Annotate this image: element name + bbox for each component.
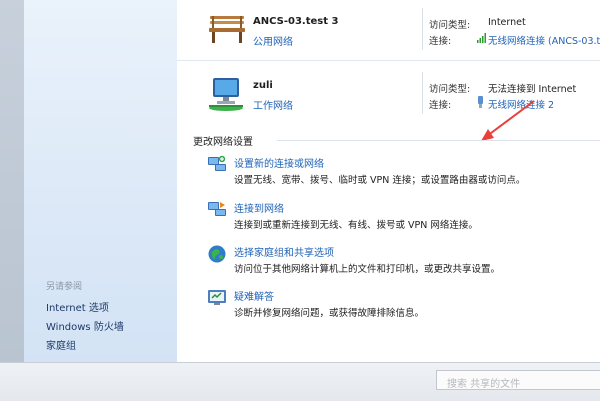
see-also-homegroup[interactable]: 家庭组 [46,337,76,352]
task-description: 访问位于其他网络计算机上的文件和打印机，或更改共享设置。 [234,264,501,275]
window-left-edge [0,0,24,400]
connect-network-icon [208,202,226,216]
homegroup-icon [208,245,226,263]
network-type-link[interactable]: 公用网络 [253,33,293,48]
see-also-internet-options[interactable]: Internet 选项 [46,299,109,314]
access-type-value: 无法连接到 Internet [488,84,577,95]
divider [422,72,423,114]
computer-network-icon [209,78,243,111]
bench-icon [209,16,245,43]
troubleshoot-icon [208,290,226,305]
divider [422,8,423,50]
connection-label: 连接: [429,36,452,47]
access-type-label: 访问类型: [429,84,471,95]
network-separator [177,60,600,61]
wifi-signal-icon [477,33,486,43]
connection-link[interactable]: 无线网络连接 (ANCS-03.test [488,33,600,47]
change-network-settings-title: 更改网络设置 [193,137,253,148]
task-description: 连接到或重新连接到无线、有线、拨号或 VPN 网络连接。 [234,220,478,231]
setup-new-connection-link[interactable]: 设置新的连接或网络 [234,155,324,170]
network-name: ANCS-03.test 3 [253,16,339,27]
connect-to-network-link[interactable]: 连接到网络 [234,200,284,215]
new-connection-icon [208,155,226,171]
red-arrow-annotation [481,100,535,141]
network-type-link[interactable]: 工作网络 [253,97,293,112]
task-description: 诊断并修复网络问题，或获得故障排除信息。 [234,308,425,319]
section-rule [277,140,600,141]
see-also-title: 另请参阅 [46,282,83,292]
connection-label: 连接: [429,100,452,111]
background-search-placeholder: 搜索 共享的文件 [447,379,521,390]
network-name: zuli [253,80,273,91]
access-type-label: 访问类型: [429,20,471,31]
troubleshoot-link[interactable]: 疑难解答 [234,288,274,303]
network-sharing-center-main: ANCS-03.test 3 公用网络 访问类型: Internet 连接: 无… [177,0,600,362]
left-navigation-pane: 另请参阅 Internet 选项 Windows 防火墙 家庭组 [24,0,178,362]
access-type-value: Internet [488,17,526,28]
see-also-windows-firewall[interactable]: Windows 防火墙 [46,318,124,333]
task-description: 设置无线、宽带、拨号、临时或 VPN 连接；或设置路由器或访问点。 [234,175,526,186]
homegroup-sharing-link[interactable]: 选择家庭组和共享选项 [234,244,334,259]
background-search-box[interactable]: 搜索 共享的文件 [436,370,600,390]
